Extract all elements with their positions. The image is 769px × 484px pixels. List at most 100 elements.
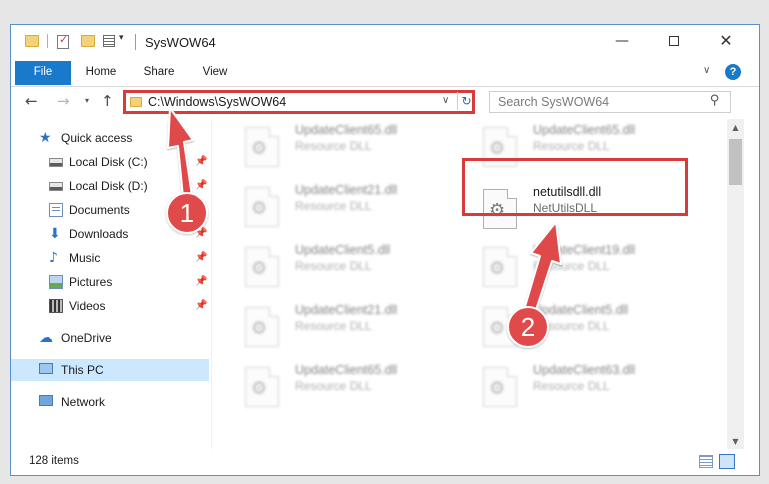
- sidebar-item-this-pc[interactable]: This PC: [11, 359, 209, 381]
- pc-icon: [39, 363, 53, 374]
- search-input[interactable]: Search SysWOW64 ⚲: [489, 91, 731, 113]
- navigation-bar: ← → ▾ ↑ C:\Windows\SysWOW64 ∨ ↻ Search S…: [11, 87, 759, 117]
- tab-view[interactable]: View: [193, 61, 237, 85]
- sidebar-item-local-disk-c[interactable]: Local Disk (C:) 📌: [11, 151, 209, 173]
- large-icons-view-icon[interactable]: [719, 454, 735, 469]
- pictures-icon: [49, 275, 63, 289]
- forward-button[interactable]: →: [57, 92, 70, 110]
- file-type: Resource DLL: [295, 259, 372, 273]
- file-type: Resource DLL: [533, 379, 610, 393]
- properties-icon[interactable]: [57, 33, 69, 49]
- sidebar-item-pictures[interactable]: Pictures 📌: [11, 271, 209, 293]
- file-item[interactable]: UpdateClient5.dll Resource DLL: [231, 241, 461, 289]
- new-folder-icon[interactable]: [81, 35, 95, 47]
- file-explorer-window: ▾ SysWOW64 — ✕ File Home Share View ∨ ? …: [10, 24, 760, 476]
- status-bar: 128 items: [11, 449, 759, 475]
- address-history-chevron-icon[interactable]: ∨: [442, 95, 449, 106]
- close-button[interactable]: ✕: [703, 25, 749, 59]
- tab-home[interactable]: Home: [77, 61, 125, 85]
- file-name: UpdateClient5.dll: [533, 303, 629, 317]
- file-name: UpdateClient21.dll: [295, 303, 398, 317]
- network-icon: [39, 395, 53, 406]
- file-item[interactable]: UpdateClient5.dll Resource DLL: [469, 301, 699, 349]
- folder-icon: [130, 97, 142, 107]
- maximize-icon: [669, 36, 679, 46]
- help-icon[interactable]: ?: [725, 64, 741, 80]
- up-button[interactable]: ↑: [101, 92, 114, 110]
- pin-icon[interactable]: 📌: [195, 295, 207, 317]
- search-icon[interactable]: ⚲: [710, 93, 720, 108]
- address-path[interactable]: C:\Windows\SysWOW64: [148, 95, 286, 109]
- scroll-down-arrow-icon[interactable]: ▼: [727, 433, 744, 450]
- sidebar-item-label: Videos: [69, 299, 106, 313]
- file-name: UpdateClient65.dll: [295, 363, 398, 377]
- dll-file-icon: [245, 187, 279, 227]
- pin-icon[interactable]: 📌: [195, 271, 207, 293]
- folder-icon: [25, 35, 39, 47]
- music-icon: ♪: [49, 250, 58, 266]
- download-icon: ⬇: [49, 226, 61, 242]
- back-button[interactable]: ←: [25, 92, 38, 110]
- scroll-thumb[interactable]: [729, 139, 742, 185]
- star-icon: ★: [39, 130, 52, 146]
- sidebar-item-label: Downloads: [69, 227, 129, 241]
- file-item[interactable]: UpdateClient65.dll Resource DLL: [231, 121, 461, 169]
- scroll-up-arrow-icon[interactable]: ▲: [727, 119, 744, 136]
- pin-icon[interactable]: 📌: [195, 247, 207, 269]
- dll-file-icon: [245, 307, 279, 347]
- file-name: UpdateClient21.dll: [295, 183, 398, 197]
- dll-file-icon: [483, 247, 517, 287]
- sidebar-item-label: Music: [69, 251, 101, 265]
- file-item[interactable]: UpdateClient21.dll Resource DLL: [231, 301, 461, 349]
- minimize-button[interactable]: —: [599, 25, 645, 59]
- dll-file-icon: [245, 367, 279, 407]
- sidebar-item-onedrive[interactable]: ☁ OneDrive: [11, 327, 209, 349]
- toolbar-divider: [47, 34, 48, 48]
- file-type: Resource DLL: [295, 319, 372, 333]
- tab-share[interactable]: Share: [135, 61, 183, 85]
- file-name: UpdateClient65.dll: [533, 123, 636, 137]
- step-2-badge: 2: [507, 306, 549, 348]
- address-bar[interactable]: C:\Windows\SysWOW64 ∨ ↻: [123, 90, 475, 114]
- sidebar-item-label: Pictures: [69, 275, 113, 289]
- file-item[interactable]: UpdateClient63.dll Resource DLL: [469, 361, 699, 409]
- search-placeholder: Search SysWOW64: [498, 95, 610, 109]
- file-item[interactable]: UpdateClient19.dll Resource DLL: [469, 241, 699, 289]
- sidebar-item-label: Documents: [69, 203, 130, 217]
- file-name: UpdateClient65.dll: [295, 123, 398, 137]
- vertical-scrollbar[interactable]: ▲ ▼: [727, 119, 744, 451]
- sidebar-item-music[interactable]: ♪ Music 📌: [11, 247, 209, 269]
- recent-locations-chevron-icon[interactable]: ▾: [85, 96, 89, 105]
- maximize-button[interactable]: [651, 25, 697, 59]
- rename-icon[interactable]: [103, 35, 115, 47]
- sidebar-item-videos[interactable]: Videos 📌: [11, 295, 209, 317]
- file-item[interactable]: UpdateClient65.dll Resource DLL: [231, 361, 461, 409]
- videos-icon: [49, 299, 63, 313]
- file-type: Resource DLL: [295, 139, 372, 153]
- sidebar-item-label: Local Disk (D:): [69, 179, 148, 193]
- pane-divider[interactable]: [211, 119, 212, 449]
- title-divider: [135, 34, 136, 50]
- file-name: UpdateClient63.dll: [533, 363, 636, 377]
- pin-icon[interactable]: 📌: [195, 151, 207, 173]
- disk-icon: [49, 182, 63, 191]
- sidebar-item-quick-access[interactable]: ★ Quick access: [11, 127, 209, 149]
- refresh-button[interactable]: ↻: [457, 92, 475, 110]
- tab-file[interactable]: File: [15, 61, 71, 85]
- sidebar-item-label: Quick access: [61, 131, 133, 145]
- expand-ribbon-chevron-icon[interactable]: ∨: [703, 65, 710, 76]
- file-type: Resource DLL: [533, 259, 610, 273]
- file-type: Resource DLL: [295, 199, 372, 213]
- file-item[interactable]: UpdateClient21.dll Resource DLL: [231, 181, 461, 229]
- sidebar-item-network[interactable]: Network: [11, 391, 209, 413]
- documents-icon: [49, 203, 63, 217]
- sidebar-item-label: Network: [61, 395, 106, 409]
- cloud-icon: ☁: [39, 330, 53, 346]
- sidebar-item-label: This PC: [61, 363, 104, 377]
- file-name: UpdateClient19.dll: [533, 243, 636, 257]
- file-highlight-box: [462, 158, 688, 216]
- file-type: Resource DLL: [533, 139, 610, 153]
- file-type: Resource DLL: [295, 379, 372, 393]
- details-view-icon[interactable]: [699, 455, 713, 468]
- customize-toolbar-chevron-icon[interactable]: ▾: [119, 33, 124, 43]
